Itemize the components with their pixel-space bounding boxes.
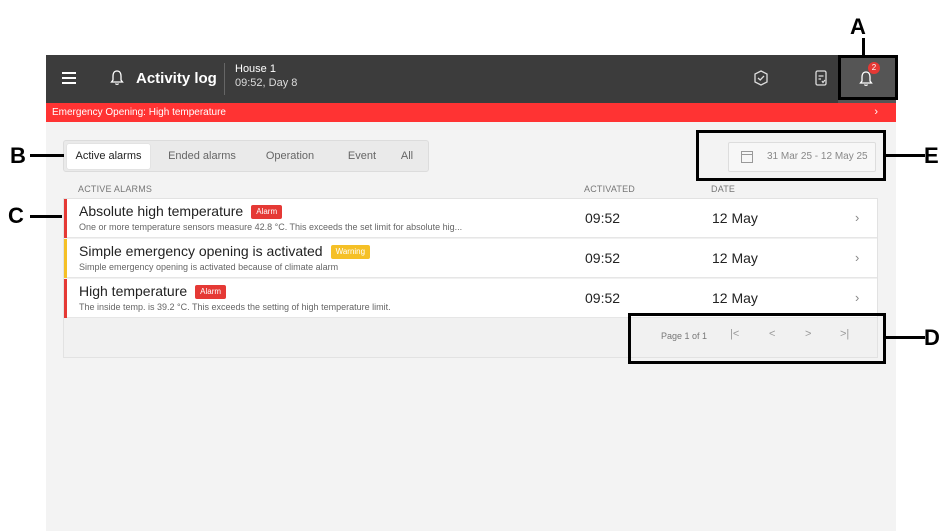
severity-bar [64, 239, 67, 278]
alarm-title: Absolute high temperature Alarm [79, 203, 283, 219]
alarm-title-text: High temperature [79, 283, 188, 299]
house-info[interactable]: House 1 09:52, Day 8 [224, 63, 297, 95]
alarm-date: 12 May [712, 210, 758, 226]
table-row[interactable]: Simple emergency opening is activated War… [64, 239, 877, 278]
page-title: Activity log [136, 70, 217, 87]
annotation-label-c: C [8, 203, 24, 228]
house-time: 09:52, Day 8 [235, 77, 298, 89]
column-header-active-alarms: ACTIVE ALARMS [78, 184, 153, 194]
annotation-box-d [628, 313, 886, 364]
alarm-title-text: Absolute high temperature [79, 203, 244, 219]
tab-all[interactable]: All [394, 144, 420, 169]
bell-icon [110, 70, 124, 85]
alarm-badge: Alarm [195, 285, 227, 299]
severity-bar [64, 279, 67, 318]
warning-badge: Warning [330, 245, 371, 259]
top-bar: Activity log House 1 09:52, Day 8 2 [46, 55, 896, 103]
alarm-activated-time: 09:52 [585, 250, 621, 266]
alarm-badge: Alarm [251, 205, 283, 219]
chevron-right-icon: › [855, 290, 860, 305]
chevron-right-icon: › [855, 210, 860, 225]
annotation-line-d [885, 336, 925, 339]
report-icon[interactable] [812, 69, 830, 87]
alarm-description: One or more temperature sensors measure … [79, 222, 463, 232]
annotation-label-e: E [924, 143, 939, 168]
annotation-box-e [696, 130, 886, 181]
annotation-label-b: B [10, 143, 26, 168]
emergency-banner[interactable]: Emergency Opening: High temperature › [46, 103, 896, 122]
filter-tabs: Active alarms Ended alarms Operation Eve… [63, 140, 429, 172]
annotation-label-d: D [924, 325, 940, 350]
severity-bar [64, 199, 67, 238]
column-header-date: DATE [711, 184, 736, 194]
annotation-line-e [885, 154, 925, 157]
annotation-line-b [30, 154, 64, 157]
checkmark-shield-icon[interactable] [752, 69, 770, 87]
alarm-title: Simple emergency opening is activated War… [79, 243, 371, 259]
alarm-date: 12 May [712, 250, 758, 266]
annotation-line-a [862, 38, 865, 56]
annotation-line-c [30, 215, 62, 218]
banner-text: Emergency Opening: High temperature [52, 107, 226, 118]
alarm-description: Simple emergency opening is activated be… [79, 262, 339, 272]
alarm-activated-time: 09:52 [585, 210, 621, 226]
tab-event[interactable]: Event [338, 144, 386, 169]
chevron-right-icon: › [855, 250, 860, 265]
house-name: House 1 [235, 63, 276, 75]
alarm-activated-time: 09:52 [585, 290, 621, 306]
chevron-right-icon: › [874, 106, 878, 118]
tab-operation[interactable]: Operation [256, 144, 324, 169]
alarm-title: High temperature Alarm [79, 283, 227, 299]
tab-ended-alarms[interactable]: Ended alarms [164, 144, 240, 169]
annotation-box-a [838, 55, 898, 100]
app-window: Activity log House 1 09:52, Day 8 2 Emer… [46, 55, 896, 531]
alarm-title-text: Simple emergency opening is activated [79, 243, 323, 259]
alarm-description: The inside temp. is 39.2 °C. This exceed… [79, 302, 391, 312]
tab-active-alarms[interactable]: Active alarms [67, 144, 150, 169]
table-row[interactable]: Absolute high temperature Alarm One or mo… [64, 199, 877, 238]
annotation-label-a: A [850, 14, 866, 39]
menu-icon[interactable] [62, 71, 76, 85]
column-header-activated: ACTIVATED [584, 184, 635, 194]
alarm-date: 12 May [712, 290, 758, 306]
